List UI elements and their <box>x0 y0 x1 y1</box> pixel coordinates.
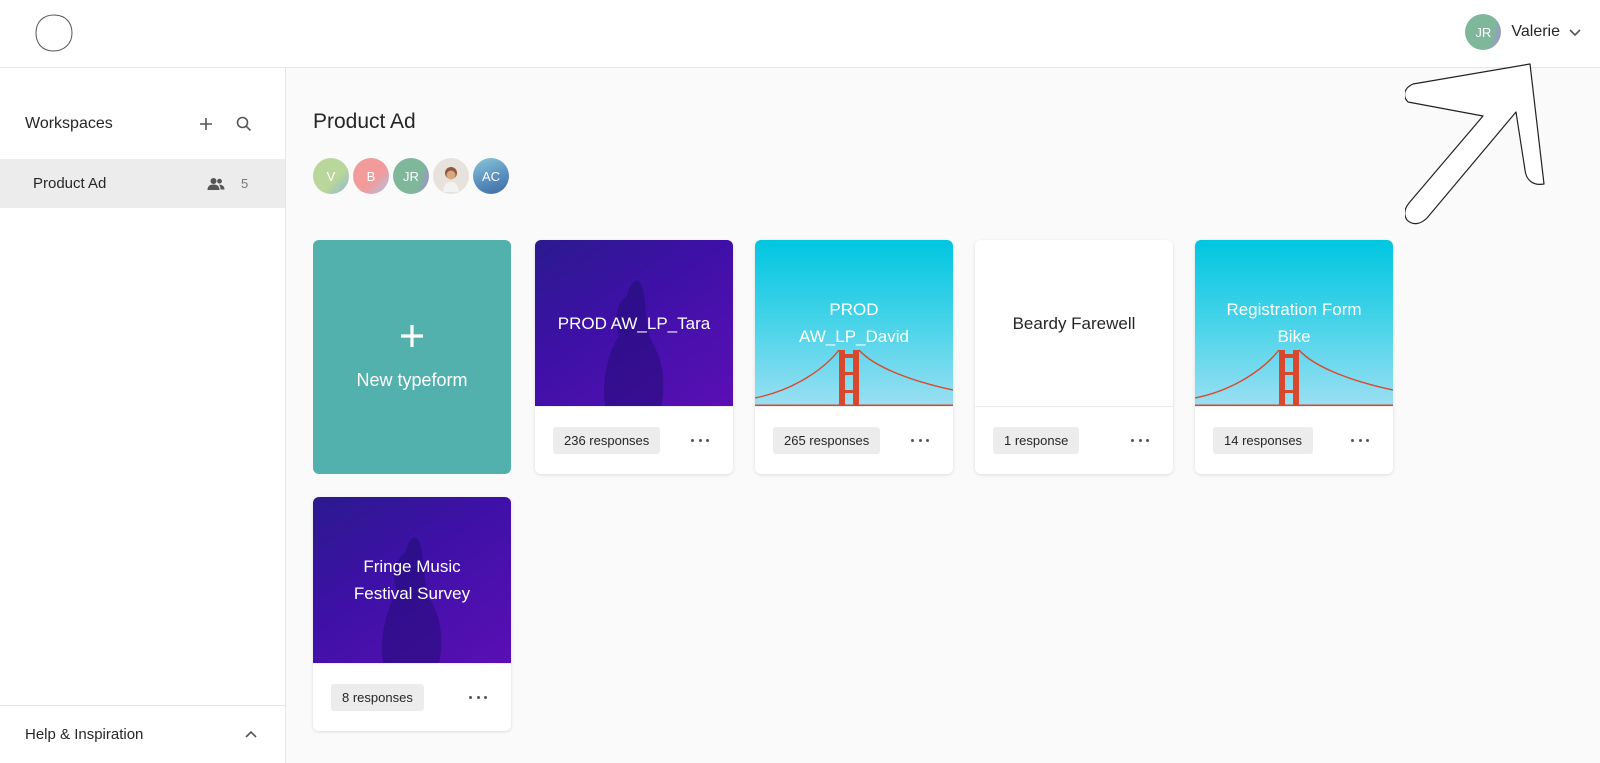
plus-icon <box>401 324 423 347</box>
form-card-footer: 265 responses <box>755 406 953 474</box>
person-photo-icon <box>443 167 459 192</box>
workspace-item-product-ad[interactable]: Product Ad 5 <box>0 159 285 208</box>
sidebar: Workspaces Product Ad 5 Help & Inspirati… <box>0 68 286 763</box>
form-card-cover: Fringe Music Festival Survey <box>313 497 511 663</box>
member-avatar[interactable]: JR <box>393 158 429 194</box>
form-card-cover: PROD AW_LP_David <box>755 240 953 406</box>
form-card-footer: 1 response <box>975 406 1173 474</box>
form-card[interactable]: PROD AW_LP_David 265 responses <box>755 240 953 474</box>
more-options-button[interactable] <box>1131 433 1149 447</box>
chevron-down-icon <box>1569 29 1581 37</box>
help-inspiration-toggle[interactable]: Help & Inspiration <box>0 705 285 763</box>
chevron-up-icon <box>245 730 257 738</box>
user-menu[interactable]: JR Valerie <box>1465 14 1582 50</box>
workspaces-header: Workspaces <box>25 112 255 136</box>
member-avatar[interactable]: AC <box>473 158 509 194</box>
member-avatar[interactable]: B <box>353 158 389 194</box>
search-icon <box>236 116 252 132</box>
form-card-footer: 8 responses <box>313 663 511 731</box>
more-options-button[interactable] <box>1351 433 1369 447</box>
form-title: PROD AW_LP_David <box>799 300 909 346</box>
workspace-member-count: 5 <box>241 176 249 191</box>
members-icon <box>207 177 225 190</box>
responses-badge: 8 responses <box>331 684 424 711</box>
responses-badge: 14 responses <box>1213 427 1314 454</box>
more-options-button[interactable] <box>469 690 487 704</box>
form-card[interactable]: Fringe Music Festival Survey 8 responses <box>313 497 511 731</box>
search-workspaces-button[interactable] <box>233 113 255 135</box>
form-title: Fringe Music Festival Survey <box>353 557 471 603</box>
user-avatar: JR <box>1465 14 1502 50</box>
top-bar: JR Valerie <box>0 0 1600 68</box>
responses-badge: 236 responses <box>553 427 661 454</box>
form-card-footer: 236 responses <box>535 406 733 474</box>
plus-icon <box>200 118 212 130</box>
form-card-cover: Beardy Farewell <box>975 240 1173 406</box>
help-inspiration-label: Help & Inspiration <box>25 726 144 743</box>
member-avatar-photo[interactable] <box>433 158 469 194</box>
form-card[interactable]: PROD AW_LP_Tara 236 responses <box>535 240 733 474</box>
form-card[interactable]: Registration Form Bike 14 responses <box>1195 240 1393 474</box>
responses-badge: 265 responses <box>773 427 881 454</box>
workspace-members: V B JR AC <box>313 158 513 194</box>
form-card-cover: Registration Form Bike <box>1195 240 1393 406</box>
workspace-title: Product Ad <box>313 110 416 133</box>
form-card[interactable]: Beardy Farewell 1 response <box>975 240 1173 474</box>
form-title: PROD AW_LP_Tara <box>557 313 711 333</box>
typeform-logo-icon[interactable] <box>33 12 75 54</box>
more-options-button[interactable] <box>691 433 709 447</box>
responses-badge: 1 response <box>993 427 1080 454</box>
workspace-item-label: Product Ad <box>33 175 107 192</box>
form-title: Registration Form Bike <box>1226 300 1362 346</box>
form-card-cover: PROD AW_LP_Tara <box>535 240 733 406</box>
user-name: Valerie <box>1511 23 1560 40</box>
form-card-footer: 14 responses <box>1195 406 1393 474</box>
new-typeform-label: New typeform <box>356 369 468 390</box>
annotation-arrow-icon <box>1405 63 1545 225</box>
form-title: Beardy Farewell <box>1012 313 1136 333</box>
workspaces-title: Workspaces <box>25 115 113 132</box>
more-options-button[interactable] <box>911 433 929 447</box>
add-workspace-button[interactable] <box>195 113 217 135</box>
member-avatar[interactable]: V <box>313 158 349 194</box>
new-typeform-card[interactable]: New typeform <box>313 240 511 474</box>
